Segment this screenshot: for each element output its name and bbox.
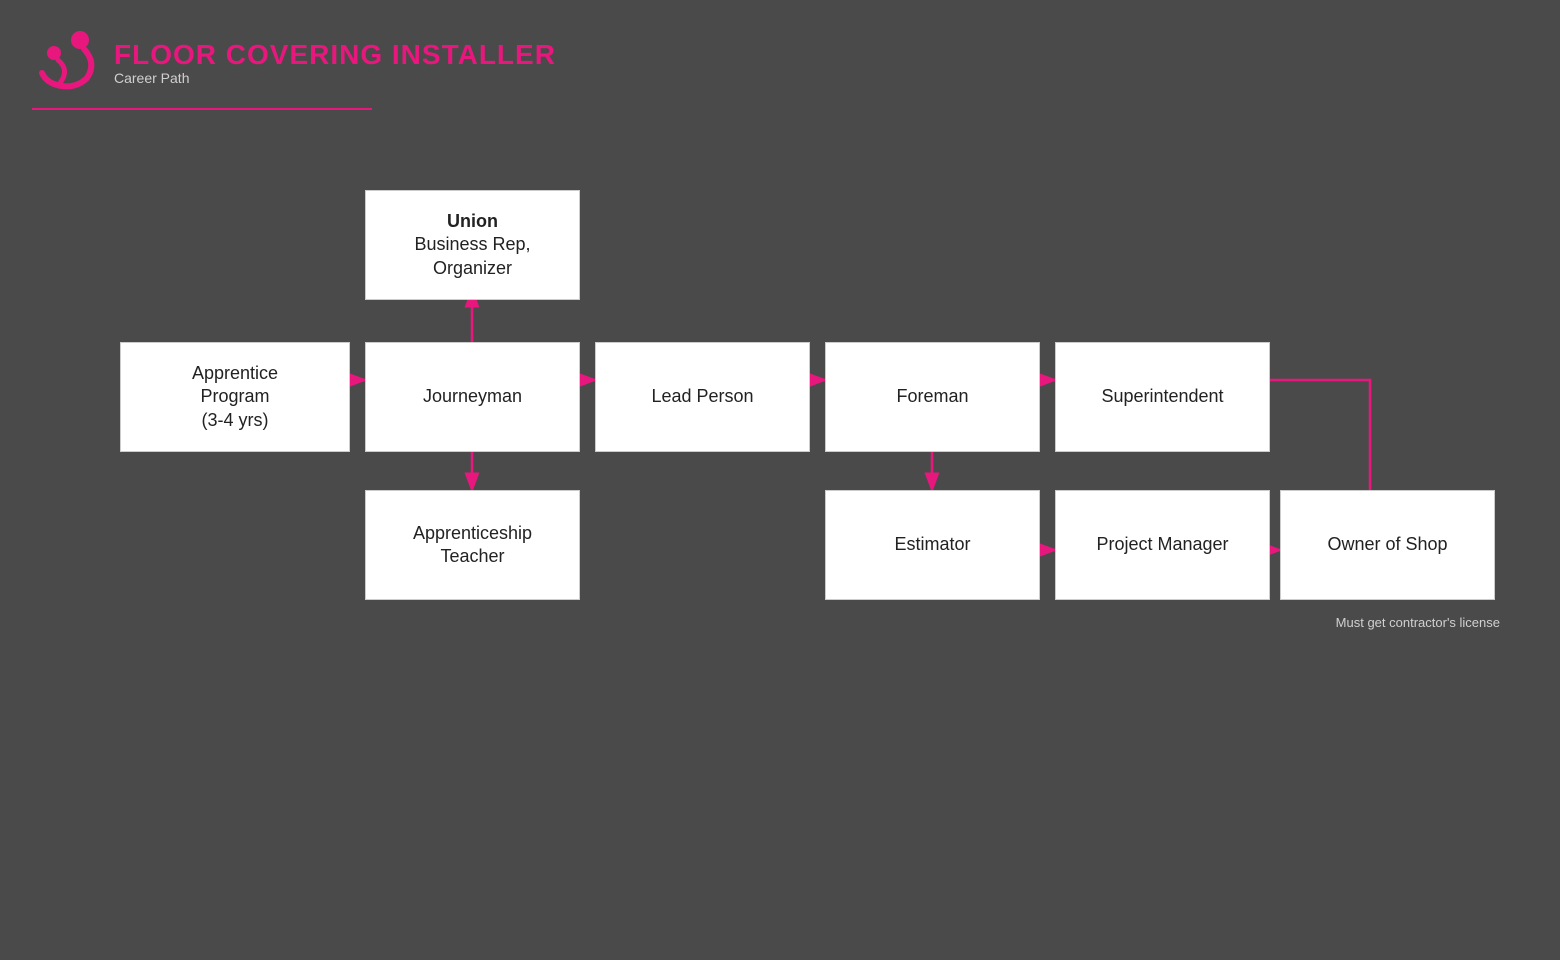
- owner-of-shop-box: Owner of Shop: [1280, 490, 1495, 600]
- superintendent-label: Superintendent: [1101, 385, 1223, 408]
- header-title: FLOOR COVERING INSTALLER: [114, 40, 556, 71]
- superintendent-box: Superintendent: [1055, 342, 1270, 452]
- owner-of-shop-label: Owner of Shop: [1327, 533, 1447, 556]
- contractor-note: Must get contractor's license: [1160, 615, 1500, 630]
- estimator-label: Estimator: [894, 533, 970, 556]
- header-text: FLOOR COVERING INSTALLER Career Path: [114, 40, 556, 87]
- project-manager-label: Project Manager: [1096, 533, 1228, 556]
- apprenticeship-teacher-line2: Teacher: [413, 545, 532, 568]
- apprentice-program-line2: Program: [192, 385, 278, 408]
- career-path-diagram: Union Business Rep, Organizer Apprentice…: [60, 180, 1500, 700]
- project-manager-box: Project Manager: [1055, 490, 1270, 600]
- journeyman-box: Journeyman: [365, 342, 580, 452]
- apprentice-program-line1: Apprentice: [192, 362, 278, 385]
- foreman-box: Foreman: [825, 342, 1040, 452]
- apprentice-program-box: Apprentice Program (3-4 yrs): [120, 342, 350, 452]
- header-line: [32, 108, 372, 110]
- union-box: Union Business Rep, Organizer: [365, 190, 580, 300]
- logo-icon: [32, 28, 102, 98]
- foreman-label: Foreman: [896, 385, 968, 408]
- header: FLOOR COVERING INSTALLER Career Path: [32, 28, 556, 98]
- estimator-box: Estimator: [825, 490, 1040, 600]
- journeyman-label: Journeyman: [423, 385, 522, 408]
- apprentice-program-line3: (3-4 yrs): [192, 409, 278, 432]
- union-box-line2: Business Rep,: [414, 233, 530, 256]
- lead-person-box: Lead Person: [595, 342, 810, 452]
- union-box-line3: Organizer: [414, 257, 530, 280]
- apprenticeship-teacher-line1: Apprenticeship: [413, 522, 532, 545]
- lead-person-label: Lead Person: [651, 385, 753, 408]
- apprenticeship-teacher-box: Apprenticeship Teacher: [365, 490, 580, 600]
- union-box-title: Union: [414, 210, 530, 233]
- header-subtitle: Career Path: [114, 70, 556, 86]
